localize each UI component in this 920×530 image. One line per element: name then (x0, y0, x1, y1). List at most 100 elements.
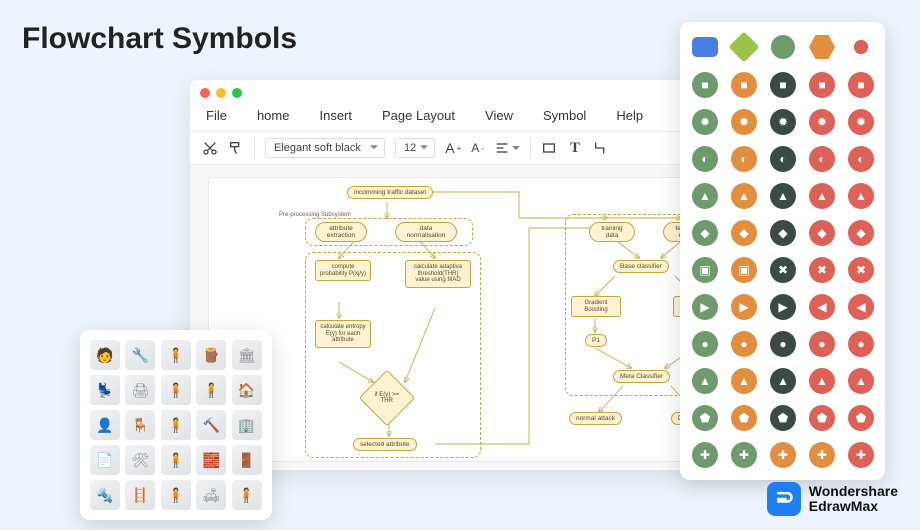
symbol-badge-3-0[interactable]: ▲ (690, 181, 720, 211)
clipart-5[interactable]: 💺 (90, 375, 120, 405)
clipart-2[interactable]: 🧍 (161, 340, 191, 370)
symbol-badge-8-1[interactable]: ▲ (729, 366, 759, 396)
decrease-font-button[interactable]: A- (471, 141, 484, 155)
symbol-circle[interactable] (768, 32, 798, 62)
symbol-badge-5-0[interactable]: ▣ (690, 255, 720, 285)
minimize-icon[interactable] (216, 88, 226, 98)
symbol-badge-10-2[interactable]: ✚ (768, 440, 798, 470)
format-painter-icon[interactable] (228, 140, 244, 156)
symbol-badge-6-4[interactable]: ◀ (846, 292, 876, 322)
symbol-badge-5-3[interactable]: ✖ (807, 255, 837, 285)
align-button[interactable] (494, 140, 520, 156)
symbol-badge-4-2[interactable]: ◆ (768, 218, 798, 248)
node-meta-classifier[interactable]: Meta Classifier (613, 370, 670, 383)
clipart-9[interactable]: 🏠 (232, 375, 262, 405)
symbol-badge-2-3[interactable]: ◐ (807, 144, 837, 174)
symbol-badge-6-3[interactable]: ◀ (807, 292, 837, 322)
clipart-17[interactable]: 🧍 (161, 445, 191, 475)
symbol-badge-1-3[interactable]: ✹ (807, 107, 837, 137)
symbol-badge-1-0[interactable]: ✹ (690, 107, 720, 137)
symbol-badge-0-2[interactable]: ■ (768, 70, 798, 100)
symbol-badge-9-1[interactable]: ⬟ (729, 403, 759, 433)
symbol-badge-5-2[interactable]: ✖ (768, 255, 798, 285)
symbol-badge-9-0[interactable]: ⬟ (690, 403, 720, 433)
symbol-badge-9-2[interactable]: ⬟ (768, 403, 798, 433)
close-icon[interactable] (200, 88, 210, 98)
node-compute-prob[interactable]: compute probability P(xj/y) (315, 260, 371, 281)
connector-icon[interactable] (593, 140, 609, 156)
symbol-badge-1-1[interactable]: ✹ (729, 107, 759, 137)
symbol-badge-4-1[interactable]: ◆ (729, 218, 759, 248)
node-base-classifier[interactable]: Base classifier (613, 260, 669, 273)
symbol-badge-2-2[interactable]: ◐ (768, 144, 798, 174)
menu-insert[interactable]: Insert (319, 108, 352, 123)
clipart-8[interactable]: 🧍 (196, 375, 226, 405)
symbol-badge-9-4[interactable]: ⬟ (846, 403, 876, 433)
clipart-21[interactable]: 🪜 (125, 480, 155, 510)
node-normal-attack[interactable]: normal attack (569, 412, 622, 425)
symbol-badge-6-0[interactable]: ▶ (690, 292, 720, 322)
clipart-7[interactable]: 🧍 (161, 375, 191, 405)
symbol-badge-10-1[interactable]: ✚ (729, 440, 759, 470)
symbol-badge-2-4[interactable]: ◐ (846, 144, 876, 174)
symbol-badge-7-0[interactable]: ● (690, 329, 720, 359)
clipart-0[interactable]: 🧑 (90, 340, 120, 370)
symbol-badge-3-1[interactable]: ▲ (729, 181, 759, 211)
increase-font-button[interactable]: A+ (445, 140, 461, 156)
clipart-14[interactable]: 🏢 (232, 410, 262, 440)
symbol-badge-8-0[interactable]: ▲ (690, 366, 720, 396)
symbol-badge-7-3[interactable]: ● (807, 329, 837, 359)
symbol-badge-10-3[interactable]: ✚ (807, 440, 837, 470)
menu-page-layout[interactable]: Page Layout (382, 108, 455, 123)
clipart-1[interactable]: 🔧 (125, 340, 155, 370)
symbol-diamond[interactable] (729, 32, 759, 62)
node-incoming-traffic[interactable]: incomming traffic dataset (347, 186, 433, 199)
node-normalisation[interactable]: data normalisation (395, 222, 457, 242)
node-attr-extraction[interactable]: attribute extraction (315, 222, 367, 242)
clipart-22[interactable]: 🧍 (161, 480, 191, 510)
symbol-badge-4-0[interactable]: ◆ (690, 218, 720, 248)
clipart-10[interactable]: 👤 (90, 410, 120, 440)
symbol-badge-3-4[interactable]: ▲ (846, 181, 876, 211)
shape-rect-icon[interactable] (541, 140, 557, 156)
clipart-12[interactable]: 🧍 (161, 410, 191, 440)
font-size-select[interactable]: 12 (395, 138, 435, 158)
clipart-20[interactable]: 🔩 (90, 480, 120, 510)
symbol-ring[interactable] (846, 32, 876, 62)
clipart-18[interactable]: 🧱 (196, 445, 226, 475)
font-family-select[interactable]: Elegant soft black (265, 138, 385, 158)
symbol-badge-6-1[interactable]: ▶ (729, 292, 759, 322)
clipart-15[interactable]: 📄 (90, 445, 120, 475)
symbol-rounded-rect[interactable] (690, 32, 720, 62)
menu-symbol[interactable]: Symbol (543, 108, 586, 123)
node-threshold[interactable]: calculate adaptiva threshold(THR) value … (405, 260, 471, 288)
menu-file[interactable]: File (206, 108, 227, 123)
symbol-badge-7-2[interactable]: ● (768, 329, 798, 359)
maximize-icon[interactable] (232, 88, 242, 98)
node-gradient-boosting[interactable]: Gradient Boosting (571, 296, 621, 317)
menu-help[interactable]: Help (616, 108, 643, 123)
node-training[interactable]: training data (589, 222, 635, 242)
clipart-13[interactable]: 🔨 (196, 410, 226, 440)
text-tool-icon[interactable]: T (567, 140, 583, 156)
clipart-23[interactable]: 🛋 (196, 480, 226, 510)
symbol-badge-8-3[interactable]: ▲ (807, 366, 837, 396)
symbol-badge-5-1[interactable]: ▣ (729, 255, 759, 285)
symbol-badge-2-1[interactable]: ◐ (729, 144, 759, 174)
symbol-badge-7-4[interactable]: ● (846, 329, 876, 359)
symbol-badge-0-4[interactable]: ■ (846, 70, 876, 100)
clipart-11[interactable]: 🪑 (125, 410, 155, 440)
symbol-badge-1-4[interactable]: ✹ (846, 107, 876, 137)
clipart-4[interactable]: 🏛 (232, 340, 262, 370)
clipart-19[interactable]: 🚪 (232, 445, 262, 475)
symbol-badge-3-2[interactable]: ▲ (768, 181, 798, 211)
symbol-badge-3-3[interactable]: ▲ (807, 181, 837, 211)
symbol-badge-0-0[interactable]: ■ (690, 70, 720, 100)
symbol-badge-4-4[interactable]: ◆ (846, 218, 876, 248)
symbol-badge-2-0[interactable]: ◐ (690, 144, 720, 174)
symbol-badge-5-4[interactable]: ✖ (846, 255, 876, 285)
node-p1[interactable]: P1 (585, 334, 607, 347)
cut-icon[interactable] (202, 140, 218, 156)
clipart-16[interactable]: 🛠 (125, 445, 155, 475)
symbol-badge-8-2[interactable]: ▲ (768, 366, 798, 396)
